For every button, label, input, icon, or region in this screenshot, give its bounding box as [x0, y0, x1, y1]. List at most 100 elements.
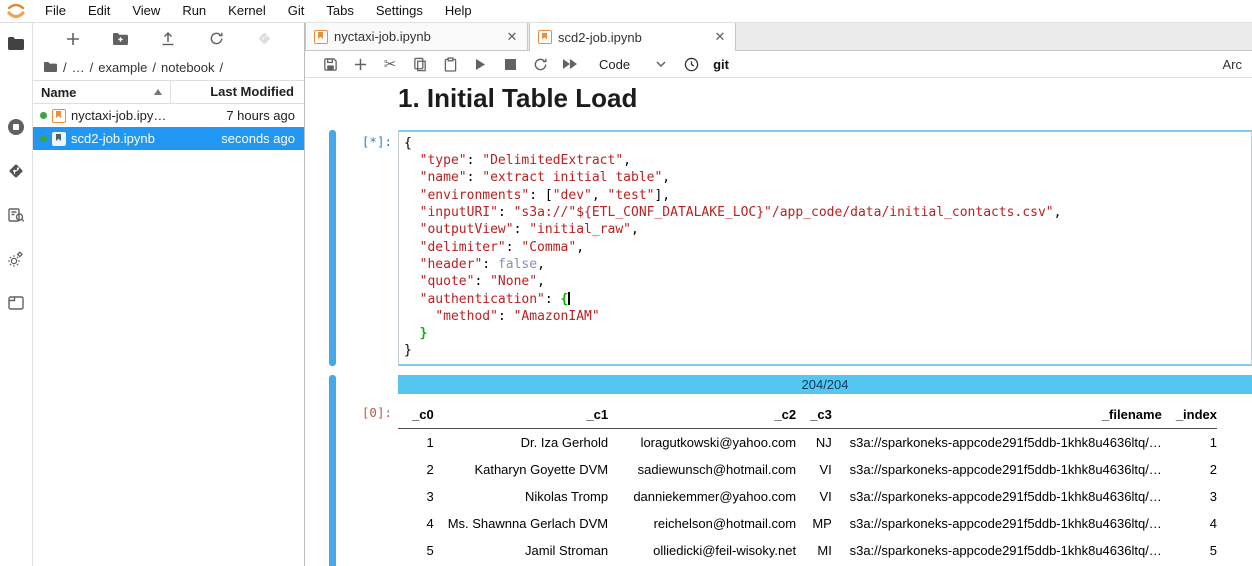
file-browser-panel: /… / example / notebook / Name Last Modified … — [33, 23, 305, 566]
file-name: scd2-job.ipynb — [71, 131, 155, 146]
stop-kernel-button[interactable] — [495, 52, 525, 76]
git-sidebar-icon[interactable] — [6, 161, 26, 181]
table-cell: 2 — [426, 461, 434, 477]
progress-bar: 204/204 — [398, 374, 1252, 394]
markdown-cell[interactable]: 1. Initial Table Load — [305, 82, 1252, 130]
menu-tabs[interactable]: Tabs — [315, 0, 364, 22]
table-cell: 5 — [426, 542, 434, 558]
table-cell: s3a://sparkoneks-appcode291f5ddb-1khk8u4… — [849, 515, 1162, 531]
file-name: nyctaxi-job.ipy… — [71, 108, 167, 123]
breadcrumb-separator: / — [89, 59, 94, 75]
file-modified-time: 7 hours ago — [226, 108, 295, 123]
table-cell: s3a://sparkoneks-appcode291f5ddb-1khk8u4… — [849, 542, 1162, 558]
code-line: "authentication": { — [419, 291, 570, 307]
activity-bar — [0, 23, 33, 566]
file-list: nyctaxi-job.ipy… 7 hours ago scd2-job.ipyn… — [33, 104, 304, 566]
column-header-last-modified[interactable]: Last Modified — [170, 81, 304, 103]
main-dock: nyctaxi-job.ipynb ✕ scd2-job.ipynb ✕ ✂ C… — [305, 23, 1252, 566]
menu-kernel[interactable]: Kernel — [217, 0, 277, 22]
table-cell: Katharyn Goyette DVM — [474, 461, 609, 477]
save-button[interactable] — [315, 52, 345, 76]
tab-bar: nyctaxi-job.ipynb ✕ scd2-job.ipynb ✕ — [305, 23, 1252, 51]
tab-scd2-job[interactable]: scd2-job.ipynb ✕ — [529, 23, 736, 51]
menu-help[interactable]: Help — [434, 0, 483, 22]
table-cell: Jamil Stroman — [525, 542, 609, 558]
file-row[interactable]: scd2-job.ipynb seconds ago — [33, 127, 304, 150]
table-row: 1 Dr. Iza Gerhold loragutkowski@yahoo.com N… — [398, 428, 1217, 456]
extension-manager-icon[interactable] — [6, 293, 26, 313]
table-column-header: _filename — [831, 400, 1162, 429]
table-cell: Dr. Iza Gerhold — [520, 434, 609, 450]
menu-settings[interactable]: Settings — [365, 0, 434, 22]
table-cell: 1 — [1209, 434, 1217, 450]
code-editor[interactable]: { "type": "DelimitedExtract", "name": "e… — [398, 129, 1252, 366]
menu-git[interactable]: Git — [277, 0, 316, 22]
menu-edit[interactable]: Edit — [77, 0, 121, 22]
copy-cells-button[interactable] — [405, 52, 435, 76]
paste-cells-button[interactable] — [435, 52, 465, 76]
git-toolbar-label[interactable]: git — [713, 57, 729, 72]
kernel-name-label[interactable]: Arc — [1223, 57, 1247, 72]
cell-type-select[interactable]: Code — [599, 57, 666, 72]
restart-kernel-button[interactable] — [525, 52, 555, 76]
cut-cells-button[interactable]: ✂ — [375, 52, 405, 76]
tab-nyctaxi-job[interactable]: nyctaxi-job.ipynb ✕ — [305, 23, 528, 50]
table-cell: MP — [812, 515, 832, 531]
table-cell: 4 — [1209, 515, 1217, 531]
table-cell: 3 — [1209, 488, 1217, 504]
table-column-header: _c1 — [433, 400, 609, 429]
table-cell: 3 — [426, 488, 434, 504]
output-collapser[interactable] — [329, 374, 336, 566]
table-cell: Nikolas Tromp — [525, 488, 609, 504]
kernel-status-dot — [40, 112, 47, 119]
file-row[interactable]: nyctaxi-job.ipy… 7 hours ago — [33, 104, 304, 127]
table-cell: s3a://sparkoneks-appcode291f5ddb-1khk8u4… — [849, 488, 1162, 504]
new-launcher-button[interactable] — [62, 28, 84, 50]
notebook-file-icon — [538, 30, 552, 44]
table-cell: s3a://sparkoneks-appcode291f5ddb-1khk8u4… — [849, 434, 1162, 450]
file-modified-time: seconds ago — [221, 131, 295, 146]
home-folder-icon[interactable] — [43, 61, 58, 73]
refresh-file-browser-button[interactable] — [205, 28, 227, 50]
settings-gears-icon[interactable] — [6, 249, 26, 269]
breadcrumb-separator: / — [219, 59, 224, 75]
execution-time-icon[interactable] — [684, 57, 699, 72]
file-list-header: Name Last Modified — [33, 80, 304, 104]
table-row: 3 Nikolas Tromp danniekemmer@yahoo.com VI s3… — [398, 483, 1217, 510]
close-tab-icon[interactable]: ✕ — [713, 29, 727, 45]
new-folder-button[interactable] — [110, 28, 132, 50]
upload-button[interactable] — [157, 28, 179, 50]
table-cell: s3a://sparkoneks-appcode291f5ddb-1khk8u4… — [849, 461, 1162, 477]
table-cell: VI — [819, 461, 832, 477]
table-header-row: _c0 _c1 _c2 _c3 _filename _index — [398, 400, 1217, 429]
restart-run-all-button[interactable] — [555, 52, 585, 76]
breadcrumb-separator: / — [63, 59, 67, 75]
breadcrumb-item-example[interactable]: example — [98, 60, 147, 75]
column-header-name[interactable]: Name — [33, 85, 170, 100]
input-prompt: [*]: — [361, 133, 392, 149]
notebook-panel: 1. Initial Table Load [*]: { "type": "De… — [305, 78, 1252, 566]
breadcrumb-item-notebook[interactable]: notebook — [161, 60, 215, 75]
notebook-toolbar: ✂ Code git Arc — [305, 51, 1252, 78]
code-line: "name": "extract initial table", — [419, 170, 671, 186]
sort-ascending-icon — [154, 89, 162, 95]
cell-collapser[interactable] — [329, 129, 336, 366]
property-inspector-icon[interactable] — [6, 205, 26, 225]
running-sessions-icon[interactable] — [6, 117, 26, 137]
table-row: 4 Ms. Shawnna Gerlach DVM reichelson@hotma… — [398, 510, 1217, 537]
menu-run[interactable]: Run — [171, 0, 217, 22]
breadcrumb-item-x[interactable]: … — [72, 60, 85, 75]
notebook-file-icon — [314, 29, 328, 44]
code-cell[interactable]: [*]: { "type": "DelimitedExtract", "name… — [305, 129, 1252, 366]
file-browser-icon[interactable] — [6, 33, 26, 53]
add-cell-button[interactable] — [345, 52, 375, 76]
table-cell: 1 — [426, 434, 434, 450]
table-cell: MI — [817, 542, 832, 558]
menu-view[interactable]: View — [121, 0, 171, 22]
table-row: 5 Jamil Stroman olliedicki@feil-wisoky.net… — [398, 537, 1217, 564]
notebook-file-icon — [52, 131, 66, 146]
close-tab-icon[interactable]: ✕ — [505, 29, 519, 45]
output-cell: 204/204 [0]: _c0 _c1 _c2 _c3 _filename _index… — [305, 374, 1252, 566]
menu-file[interactable]: File — [34, 0, 77, 22]
run-cell-button[interactable] — [465, 52, 495, 76]
